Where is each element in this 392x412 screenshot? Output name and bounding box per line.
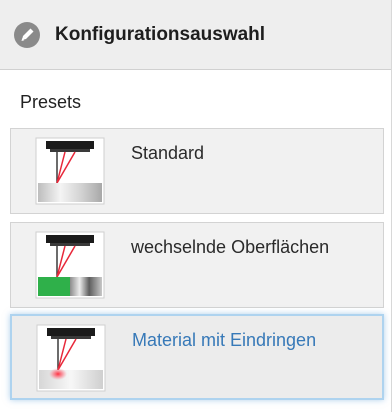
preset-card-changing-surfaces[interactable]: wechselnde Oberflächen (10, 222, 384, 308)
preset-card-penetration[interactable]: Material mit Eindringen (10, 314, 384, 400)
preset-label: wechselnde Oberflächen (131, 237, 330, 257)
panel-title: Konfigurationsauswahl (55, 24, 266, 45)
pencil-icon[interactable] (14, 22, 40, 48)
sensor-penetration-icon (36, 324, 106, 392)
presets-label: Presets (20, 92, 82, 112)
preset-label: Standard (131, 143, 205, 163)
preset-card-standard[interactable]: Standard (10, 128, 384, 214)
preset-label: Material mit Eindringen (132, 330, 317, 350)
sensor-standard-icon (35, 137, 105, 205)
sensor-changing-surfaces-icon (35, 231, 105, 299)
configuration-panel: Konfigurationsauswahl Presets Standard w… (0, 0, 392, 412)
panel-header: Konfigurationsauswahl (0, 0, 391, 70)
